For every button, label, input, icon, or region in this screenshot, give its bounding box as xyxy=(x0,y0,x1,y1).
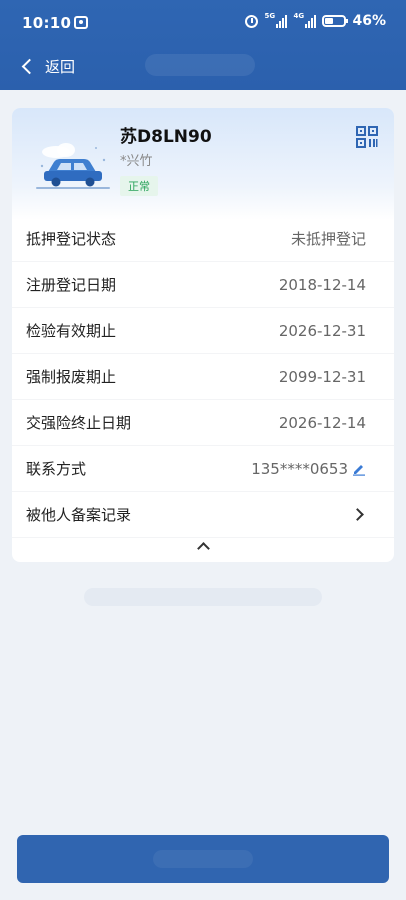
battery-icon xyxy=(322,15,349,27)
alarm-icon xyxy=(245,14,259,28)
detail-row-scrap-deadline: 强制报废期止 2099-12-31 xyxy=(12,354,394,400)
detail-label: 强制报废期止 xyxy=(26,368,117,386)
detail-row-mortgage: 抵押登记状态 未抵押登记 xyxy=(12,216,394,262)
detail-label: 联系方式 xyxy=(26,460,87,478)
vehicle-details-list: 抵押登记状态 未抵押登记 注册登记日期 2018-12-14 检验有效期止 20… xyxy=(12,216,394,538)
detail-label: 抵押登记状态 xyxy=(26,230,117,248)
back-button[interactable]: 返回 xyxy=(20,52,75,80)
status-bar: 10:10 5G 4G 46% xyxy=(0,0,406,44)
chevron-right-icon xyxy=(351,508,364,521)
primary-action-button[interactable] xyxy=(17,835,389,883)
detail-value: 2099-12-31 xyxy=(278,367,366,386)
signal-5g-icon: 5G xyxy=(264,11,288,28)
detail-label: 被他人备案记录 xyxy=(26,506,132,524)
detail-value: 未抵押登记 xyxy=(290,230,366,248)
back-label: 返回 xyxy=(45,57,76,76)
detail-value: 2018-12-14 xyxy=(278,275,366,294)
status-time: 10:10 xyxy=(22,14,72,32)
redacted-text-line xyxy=(84,588,322,606)
qr-code-icon[interactable] xyxy=(356,126,378,148)
car-icon xyxy=(36,143,110,189)
detail-label: 交强险终止日期 xyxy=(26,414,132,432)
chevron-up-icon xyxy=(196,541,210,555)
detail-row-filing-records[interactable]: 被他人备案记录 xyxy=(12,492,394,538)
vehicle-summary: 苏D8LN90 *兴竹 正常 xyxy=(12,108,394,220)
vehicle-card: 苏D8LN90 *兴竹 正常 抵押登记状态 未抵押登记 注册登记日期 2018-… xyxy=(12,108,394,562)
battery-level: 46% xyxy=(352,13,386,29)
detail-row-registration-date: 注册登记日期 2018-12-14 xyxy=(12,262,394,308)
owner-name: *兴竹 xyxy=(120,154,153,169)
chevron-left-icon xyxy=(21,58,38,74)
nav-title-redacted xyxy=(145,54,255,76)
detail-label: 注册登记日期 xyxy=(26,276,117,294)
phone-number: 135****0653 xyxy=(251,459,348,478)
contact-value: 135****0653 xyxy=(251,460,366,478)
signal-4g-tag: 4G xyxy=(293,11,305,20)
detail-row-insurance-expiry: 交强险终止日期 2026-12-14 xyxy=(12,400,394,446)
header: 10:10 5G 4G 46% 返回 xyxy=(0,0,406,90)
signal-5g-tag: 5G xyxy=(264,11,276,20)
detail-value: 2026-12-31 xyxy=(278,321,366,340)
collapse-button[interactable] xyxy=(12,534,394,558)
detail-label: 检验有效期止 xyxy=(26,322,117,340)
notification-app-icon xyxy=(74,16,88,29)
nav-bar: 返回 xyxy=(0,44,406,88)
plate-number: 苏D8LN90 xyxy=(120,127,212,147)
detail-value: 2026-12-14 xyxy=(278,413,366,432)
primary-action-label-redacted xyxy=(153,850,253,868)
detail-row-contact[interactable]: 联系方式 135****0653 xyxy=(12,446,394,492)
status-badge: 正常 xyxy=(120,176,158,196)
detail-row-inspection-expiry: 检验有效期止 2026-12-31 xyxy=(12,308,394,354)
status-indicators: 5G 4G 46% xyxy=(245,11,386,29)
edit-icon[interactable] xyxy=(352,462,366,476)
signal-4g-icon: 4G xyxy=(293,11,317,28)
